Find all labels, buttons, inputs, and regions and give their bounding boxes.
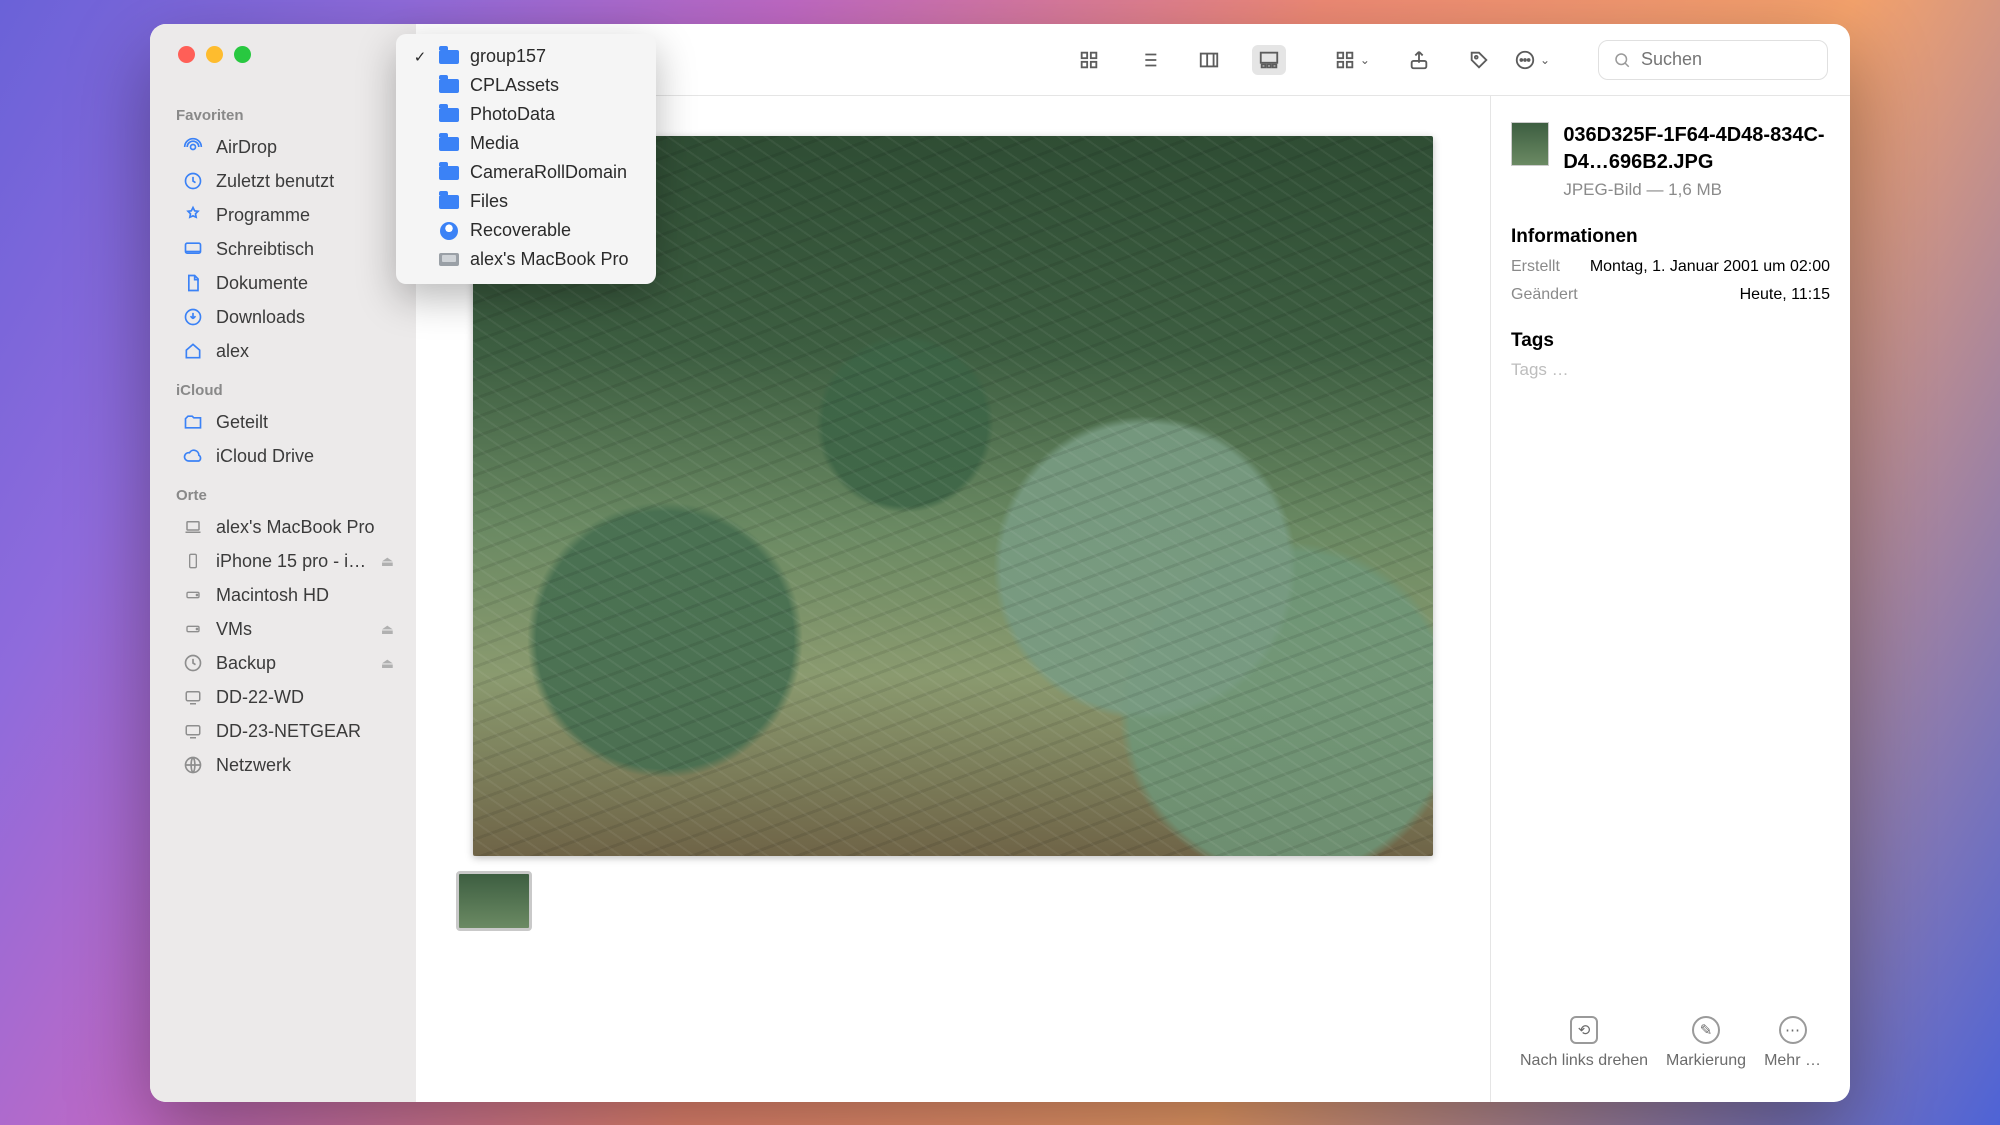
view-columns-button[interactable] bbox=[1192, 45, 1226, 75]
share-button[interactable] bbox=[1402, 45, 1436, 75]
folder-icon bbox=[438, 164, 460, 182]
rotate-icon: ⟲ bbox=[1570, 1016, 1598, 1044]
folder-icon bbox=[438, 106, 460, 124]
rotate-left-button[interactable]: ⟲Nach links drehen bbox=[1520, 1016, 1648, 1070]
timemachine-icon bbox=[182, 652, 204, 674]
more-quick-actions-button[interactable]: ⋯Mehr … bbox=[1764, 1016, 1821, 1070]
file-kind-size: JPEG-Bild — 1,6 MB bbox=[1563, 180, 1830, 200]
minimize-window-button[interactable] bbox=[206, 46, 223, 63]
disk-icon bbox=[182, 584, 204, 606]
sidebar-item-downloads[interactable]: Downloads bbox=[158, 300, 408, 334]
chevron-down-icon: ⌄ bbox=[1360, 53, 1370, 67]
close-window-button[interactable] bbox=[178, 46, 195, 63]
sidebar-item-backup[interactable]: Backup⏏ bbox=[158, 646, 408, 680]
folder-icon bbox=[438, 135, 460, 153]
sidebar-item-recents[interactable]: Zuletzt benutzt bbox=[158, 164, 408, 198]
tags-field[interactable]: Tags … bbox=[1511, 360, 1830, 380]
sidebar-section-favoriten: Favoriten bbox=[150, 93, 416, 130]
sidebar-item-shared[interactable]: Geteilt bbox=[158, 405, 408, 439]
eject-icon[interactable]: ⏏ bbox=[381, 655, 394, 672]
modified-label: Geändert bbox=[1511, 286, 1578, 304]
path-item-camerarolldomain[interactable]: CameraRollDomain bbox=[406, 158, 646, 187]
search-input[interactable] bbox=[1641, 49, 1850, 70]
cloud-icon bbox=[182, 445, 204, 467]
info-panel: 036D325F-1F64-4D48-834C-D4…696B2.JPG JPE… bbox=[1490, 96, 1850, 1102]
server-icon bbox=[182, 686, 204, 708]
folder-icon bbox=[438, 48, 460, 66]
recoverable-icon bbox=[438, 222, 460, 240]
eject-icon[interactable]: ⏏ bbox=[381, 553, 394, 570]
more-icon: ⋯ bbox=[1779, 1016, 1807, 1044]
thumbnail-selected[interactable] bbox=[456, 871, 532, 931]
disk-icon bbox=[182, 618, 204, 640]
path-dropdown-menu: ✓group157 CPLAssets PhotoData Media Came… bbox=[396, 34, 656, 284]
sidebar-item-dd22[interactable]: DD-22-WD bbox=[158, 680, 408, 714]
sidebar-item-network[interactable]: Netzwerk bbox=[158, 748, 408, 782]
file-name: 036D325F-1F64-4D48-834C-D4…696B2.JPG bbox=[1563, 122, 1830, 176]
path-item-files[interactable]: Files bbox=[406, 187, 646, 216]
sidebar: Favoriten AirDrop Zuletzt benutzt Progra… bbox=[150, 24, 416, 1102]
info-thumbnail bbox=[1511, 122, 1549, 166]
eject-icon[interactable]: ⏏ bbox=[381, 621, 394, 638]
path-item-photodata[interactable]: PhotoData bbox=[406, 100, 646, 129]
view-icons-button[interactable] bbox=[1072, 45, 1106, 75]
modified-value: Heute, 11:15 bbox=[1740, 286, 1830, 304]
sidebar-item-applications[interactable]: Programme bbox=[158, 198, 408, 232]
sidebar-section-icloud: iCloud bbox=[150, 368, 416, 405]
sidebar-section-orte: Orte bbox=[150, 473, 416, 510]
info-section-heading: Informationen bbox=[1511, 226, 1830, 248]
tags-heading: Tags bbox=[1511, 330, 1830, 352]
quick-actions: ⟲Nach links drehen ✎Markierung ⋯Mehr … bbox=[1511, 998, 1830, 1092]
created-value: Montag, 1. Januar 2001 um 02:00 bbox=[1590, 258, 1830, 276]
desktop-icon bbox=[182, 238, 204, 260]
sidebar-item-icloud-drive[interactable]: iCloud Drive bbox=[158, 439, 408, 473]
search-field[interactable] bbox=[1598, 40, 1828, 80]
group-sort-button[interactable]: ⌄ bbox=[1334, 49, 1370, 71]
view-list-button[interactable] bbox=[1132, 45, 1166, 75]
window-controls bbox=[150, 46, 416, 63]
checkmark-icon: ✓ bbox=[412, 48, 428, 66]
clock-icon bbox=[182, 170, 204, 192]
sidebar-item-desktop[interactable]: Schreibtisch bbox=[158, 232, 408, 266]
path-item-group157[interactable]: ✓group157 bbox=[406, 42, 646, 71]
path-item-cplassets[interactable]: CPLAssets bbox=[406, 71, 646, 100]
fullscreen-window-button[interactable] bbox=[234, 46, 251, 63]
view-gallery-button[interactable] bbox=[1252, 45, 1286, 75]
documents-icon bbox=[182, 272, 204, 294]
sidebar-item-home[interactable]: alex bbox=[158, 334, 408, 368]
sidebar-item-macbook[interactable]: alex's MacBook Pro bbox=[158, 510, 408, 544]
sidebar-item-airdrop[interactable]: AirDrop bbox=[158, 130, 408, 164]
path-item-macbook[interactable]: alex's MacBook Pro bbox=[406, 245, 646, 274]
home-icon bbox=[182, 340, 204, 362]
sidebar-item-iphone[interactable]: iPhone 15 pro - i…⏏ bbox=[158, 544, 408, 578]
chevron-down-icon: ⌄ bbox=[1540, 53, 1550, 67]
thumbnail-strip bbox=[446, 856, 1460, 946]
sidebar-item-vms[interactable]: VMs⏏ bbox=[158, 612, 408, 646]
sidebar-item-dd23[interactable]: DD-23-NETGEAR bbox=[158, 714, 408, 748]
laptop-icon bbox=[182, 516, 204, 538]
applications-icon bbox=[182, 204, 204, 226]
downloads-icon bbox=[182, 306, 204, 328]
shared-folder-icon bbox=[182, 411, 204, 433]
folder-icon bbox=[438, 193, 460, 211]
more-actions-button[interactable]: ⌄ bbox=[1514, 49, 1550, 71]
view-switch bbox=[1072, 45, 1286, 75]
path-item-media[interactable]: Media bbox=[406, 129, 646, 158]
sidebar-item-macintosh-hd[interactable]: Macintosh HD bbox=[158, 578, 408, 612]
markup-icon: ✎ bbox=[1692, 1016, 1720, 1044]
markup-button[interactable]: ✎Markierung bbox=[1666, 1016, 1746, 1070]
laptop-icon bbox=[438, 251, 460, 269]
path-item-recoverable[interactable]: Recoverable bbox=[406, 216, 646, 245]
network-icon bbox=[182, 754, 204, 776]
sidebar-item-documents[interactable]: Dokumente bbox=[158, 266, 408, 300]
phone-icon bbox=[182, 550, 204, 572]
server-icon bbox=[182, 720, 204, 742]
folder-icon bbox=[438, 77, 460, 95]
search-icon bbox=[1613, 51, 1631, 69]
tags-button[interactable] bbox=[1462, 45, 1496, 75]
airdrop-icon bbox=[182, 136, 204, 158]
created-label: Erstellt bbox=[1511, 258, 1560, 276]
